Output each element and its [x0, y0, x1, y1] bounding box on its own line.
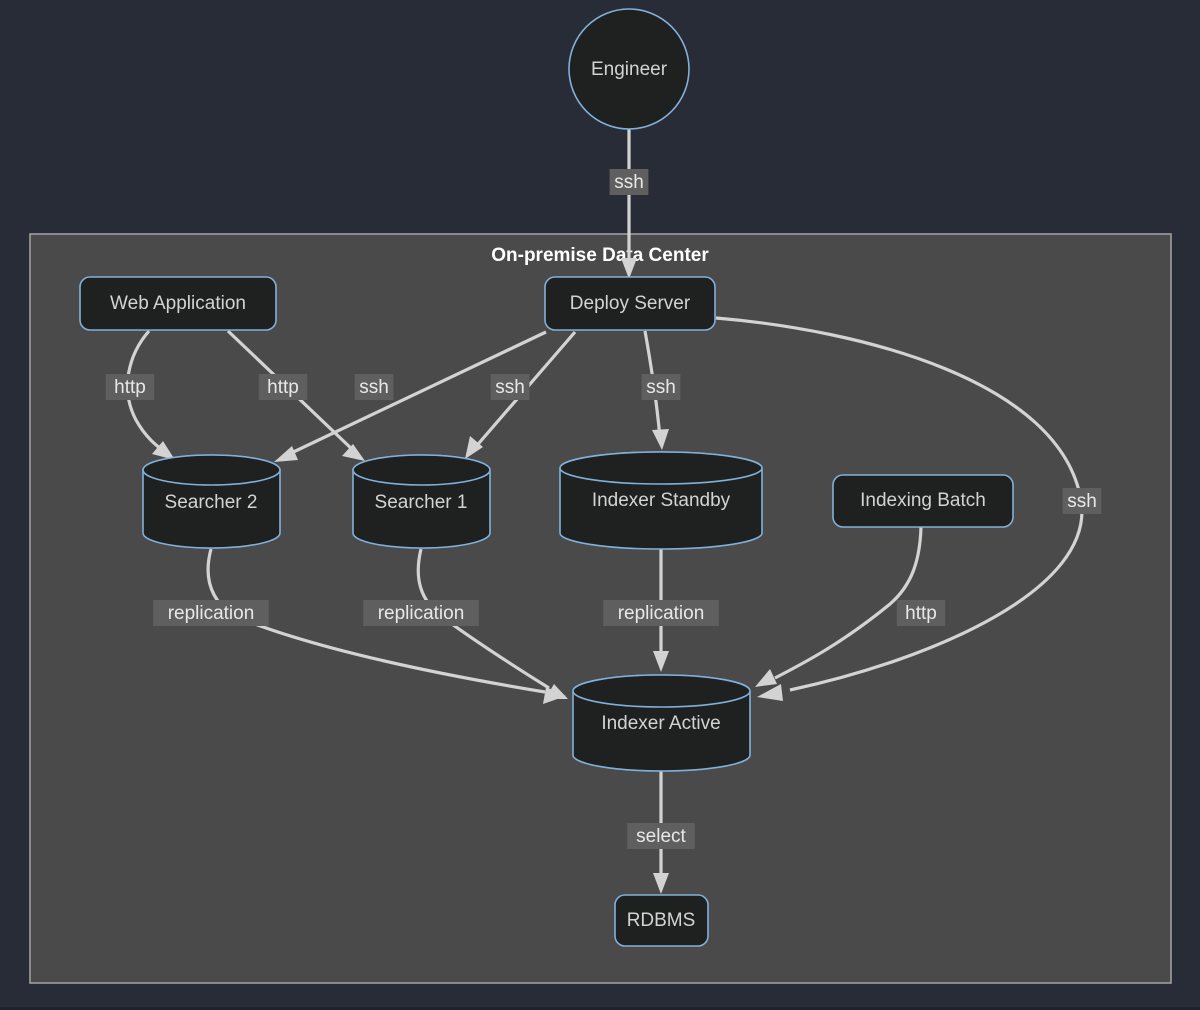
edge-label-e3: http — [258, 374, 308, 400]
edge-label-e11: http — [896, 600, 946, 626]
architecture-diagram: On-premise Data Center Engineer Web Appl… — [29, 8, 1172, 984]
edge-label-e9: replication — [363, 600, 479, 626]
edge-label-e8: replication — [153, 600, 269, 626]
node-label-engineer: Engineer — [591, 59, 668, 80]
indexer-standby-cylinder-top — [559, 451, 763, 485]
edge-label-text: select — [636, 826, 686, 847]
edge-label-text: ssh — [614, 172, 644, 193]
searcher-1-cylinder-top — [352, 454, 491, 486]
node-rdbms[interactable]: RDBMS — [614, 894, 709, 947]
edge-label-text: replication — [618, 603, 705, 624]
node-web-application[interactable]: Web Application — [79, 276, 277, 331]
edge-label-e2: http — [105, 374, 155, 400]
edge-label-text: ssh — [359, 377, 389, 398]
node-label-deploy-server: Deploy Server — [570, 293, 691, 314]
edge-label-text: http — [267, 377, 299, 398]
node-searcher-2[interactable]: Searcher 2 — [142, 454, 281, 549]
node-label-indexer-standby: Indexer Standby — [592, 490, 731, 511]
indexer-active-cylinder-top — [572, 674, 751, 708]
edge-label-e1: ssh — [609, 169, 649, 195]
edge-label-e12: select — [627, 823, 695, 849]
node-indexer-active[interactable]: Indexer Active — [572, 674, 751, 772]
node-indexing-batch[interactable]: Indexing Batch — [832, 474, 1014, 528]
node-label-searcher-2: Searcher 2 — [165, 492, 258, 513]
edge-label-e5: ssh — [490, 374, 530, 400]
node-engineer[interactable]: Engineer — [568, 8, 690, 130]
node-deploy-server[interactable]: Deploy Server — [544, 276, 716, 331]
edge-label-text: ssh — [646, 377, 676, 398]
edge-label-text: ssh — [495, 377, 525, 398]
edge-label-text: replication — [378, 603, 465, 624]
node-label-indexing-batch: Indexing Batch — [860, 490, 986, 511]
node-label-rdbms: RDBMS — [627, 910, 696, 931]
edge-label-e6: ssh — [641, 374, 681, 400]
node-searcher-1[interactable]: Searcher 1 — [352, 454, 491, 549]
edge-label-text: http — [114, 377, 146, 398]
node-label-indexer-active: Indexer Active — [601, 713, 720, 734]
edge-label-e7: ssh — [1062, 488, 1102, 514]
node-indexer-standby[interactable]: Indexer Standby — [559, 451, 763, 550]
node-label-web-application: Web Application — [110, 293, 246, 314]
edge-label-text: replication — [168, 603, 255, 624]
edge-label-text: http — [905, 603, 937, 624]
searcher-2-cylinder-top — [142, 454, 281, 486]
cluster-title: On-premise Data Center — [491, 245, 709, 266]
edge-label-text: ssh — [1067, 491, 1097, 512]
diagram-canvas: On-premise Data Center Engineer Web Appl… — [0, 0, 1200, 1010]
node-label-searcher-1: Searcher 1 — [375, 492, 468, 513]
edge-label-e4: ssh — [354, 374, 394, 400]
edge-label-e10: replication — [603, 600, 719, 626]
